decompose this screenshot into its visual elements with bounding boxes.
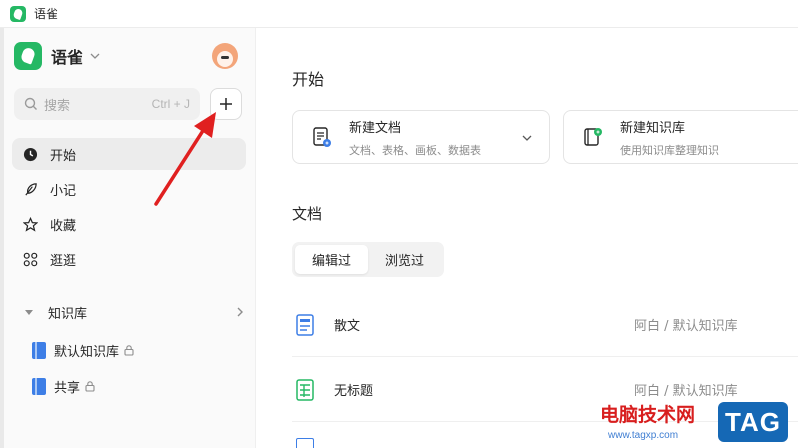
docs-section-title: 文档 [292,205,323,223]
main-content: 开始 新建文档 文档、表格、画板、数据表 新建知识库 使用知识库整理知识 文档 … [257,28,798,448]
new-kb-icon [582,126,604,148]
watermark-text: 电脑技术网 [600,404,696,426]
search-icon [24,97,37,110]
sidebar-item-favorites[interactable]: 收藏 [12,208,246,240]
sidebar-item-label: 逛逛 [50,253,77,269]
brand-switcher[interactable]: 语雀 [14,42,101,70]
book-icon [32,377,46,395]
watermark: 电脑技术网 www.tagxp.com TAG [590,398,798,448]
card-title: 新建知识库 [620,120,686,136]
sidebar-item-label: 收藏 [50,218,77,234]
doc-icon [296,313,314,336]
kb-item-label: 共享 [54,380,81,396]
knowledge-base-header[interactable]: 知识库 [12,296,246,328]
brand-name: 语雀 [51,48,84,67]
chevron-right-icon[interactable] [234,306,246,318]
chevron-down-icon[interactable] [521,132,533,144]
new-doc-icon [311,126,333,148]
kb-item-label: 默认知识库 [54,344,120,360]
watermark-badge: TAG [718,402,788,442]
sidebar-item-explore[interactable]: 逛逛 [12,243,246,275]
brand-logo-icon [14,42,42,70]
new-document-card[interactable]: 新建文档 文档、表格、画板、数据表 [292,110,550,164]
title-bar: 语雀 [0,0,798,28]
tab-viewed[interactable]: 浏览过 [368,245,441,274]
annotation-arrow-icon [154,112,216,206]
doc-path: 阿白 / 默认知识库 [634,319,738,334]
sidebar-item-label: 开始 [50,148,77,164]
clock-icon [22,146,38,162]
new-knowledge-base-card[interactable]: 新建知识库 使用知识库整理知识 [563,110,798,164]
kb-item-shared[interactable]: 共享 [32,370,246,402]
chevron-down-icon [90,53,100,59]
sidebar-item-label: 小记 [50,183,77,199]
card-subtitle: 使用知识库整理知识 [620,143,719,157]
table-row[interactable]: 散文 阿白 / 默认知识库 [292,293,798,357]
window-title: 语雀 [34,7,59,21]
sidebar: 语雀 搜索 Ctrl + J 开始 小记 收藏 逛逛 知识库 默认知识库 共享 [4,28,256,448]
star-icon [22,216,38,232]
caret-down-icon [25,310,33,315]
grid-icon [22,251,38,267]
app-logo-icon [10,5,26,22]
card-title: 新建文档 [349,120,402,136]
card-subtitle: 文档、表格、画板、数据表 [349,143,481,157]
doc-path: 阿白 / 默认知识库 [634,384,738,399]
tab-edited[interactable]: 编辑过 [295,245,368,274]
doc-icon [296,438,314,448]
book-icon [32,341,46,359]
knowledge-base-label: 知识库 [48,306,88,322]
kb-item-default[interactable]: 默认知识库 [32,334,246,366]
watermark-url: www.tagxp.com [608,430,679,441]
sheet-icon [296,378,314,401]
feather-icon [22,181,38,197]
lock-icon [85,381,95,392]
search-placeholder: 搜索 [44,98,71,114]
knowledge-base-list: 默认知识库 共享 [32,334,246,406]
docs-tab-switcher: 编辑过 浏览过 [292,242,444,277]
page-title: 开始 [292,70,325,89]
lock-icon [124,345,134,356]
avatar[interactable] [212,43,238,69]
